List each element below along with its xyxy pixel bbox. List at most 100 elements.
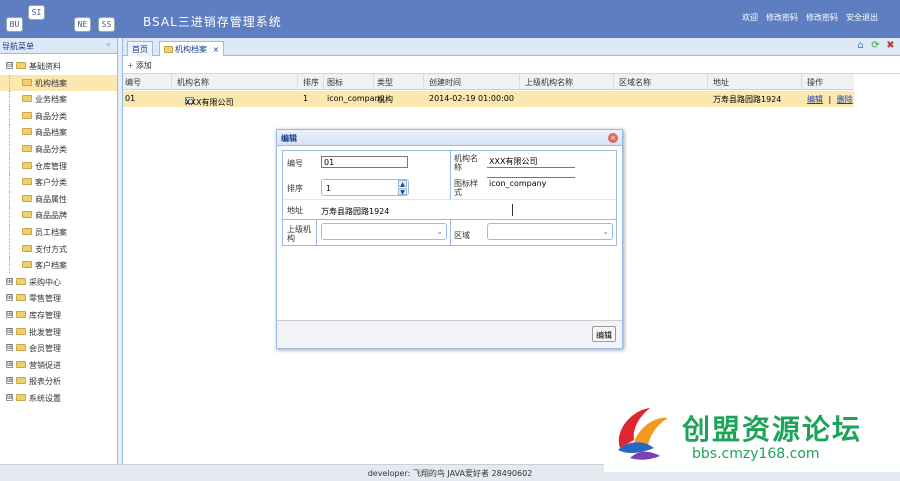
column-header[interactable]: 创建时间 (429, 77, 461, 88)
sidebar-item[interactable]: ⊞ 采购中心 (0, 274, 117, 290)
column-header[interactable]: 编号 (125, 77, 141, 88)
sidebar-item[interactable]: ⊞ 零售管理 (0, 290, 117, 306)
collapse-icon[interactable]: « (105, 40, 111, 50)
watermark: 创盟资源论坛 bbs.cmzy168.com (604, 394, 900, 472)
folder-icon (22, 228, 32, 235)
spin-up-icon[interactable]: ▲ (398, 180, 407, 188)
column-header[interactable]: 操作 (807, 77, 823, 88)
sort-value: 1 (326, 184, 332, 193)
sidebar-item[interactable]: 商品属性 (0, 190, 117, 207)
icon-style-input[interactable]: icon_company (487, 177, 575, 189)
edit-save-button[interactable]: 编辑 (592, 326, 616, 342)
column-header[interactable]: 地址 (713, 77, 729, 88)
expand-node-icon[interactable]: ⊞ (6, 344, 13, 352)
spin-down-icon[interactable]: ▼ (398, 188, 407, 196)
grid-toolbar: + 添加 (123, 56, 900, 74)
sidebar-item[interactable]: 客户分类 (0, 174, 117, 191)
cell-operations: 编辑 | 删除 (807, 94, 853, 105)
name-input[interactable]: XXX有限公司 (487, 156, 575, 168)
tree-line (9, 124, 10, 141)
folder-icon (22, 95, 32, 103)
region-combo[interactable]: ⌄ (487, 223, 613, 240)
change-password-link[interactable]: 修改密码 (766, 12, 798, 23)
column-header[interactable]: 上级机构名称 (525, 77, 573, 88)
sidebar-item-label: 员工档案 (35, 228, 67, 237)
expand-node-icon[interactable]: ⊞ (6, 327, 13, 335)
logo-tile: BU (6, 17, 23, 32)
tab-close-icon[interactable]: × (213, 45, 220, 54)
add-button[interactable]: + 添加 (127, 60, 152, 71)
expand-node-icon[interactable]: ⊞ (6, 377, 13, 385)
tab-org-archive[interactable]: 机构档案 × (159, 41, 225, 56)
sort-label: 排序 (287, 184, 303, 193)
home-icon[interactable]: ⌂ (855, 41, 866, 52)
tree-line (9, 107, 10, 124)
column-header[interactable]: 类型 (377, 77, 393, 88)
folder-icon (22, 244, 32, 252)
parent-org-combo[interactable]: ⌄ (321, 223, 447, 240)
sidebar-item[interactable]: 支付方式 (0, 240, 117, 257)
logout-link[interactable]: 安全退出 (846, 12, 878, 23)
logo-tile: NE (74, 17, 91, 32)
sidebar-item-label: 机构档案 (35, 78, 67, 88)
change-password-link-2[interactable]: 修改密码 (806, 12, 838, 23)
column-header[interactable]: 图标 (327, 77, 343, 88)
column-header[interactable]: 区域名称 (619, 77, 651, 88)
expand-node-icon[interactable]: ⊞ (6, 277, 13, 285)
sidebar-header: 导航菜单 « (0, 38, 117, 54)
watermark-logo-icon (618, 408, 668, 460)
sidebar-item[interactable]: 业务档案 (0, 91, 117, 108)
code-input[interactable]: 01 (321, 156, 408, 168)
expand-node-icon[interactable]: ⊞ (6, 311, 13, 318)
tab-home[interactable]: 首页 (127, 41, 153, 56)
sidebar-item[interactable]: 机构档案 (0, 74, 117, 91)
sidebar-item[interactable]: ⊞ 报表分析 (0, 373, 117, 389)
column-header[interactable]: 排序 (303, 77, 319, 88)
sidebar-item[interactable]: 客户档案 (0, 257, 117, 274)
edit-link[interactable]: 编辑 (807, 95, 823, 104)
app-header: BU SI NE SS BSAL三进销存管理系统 欢迎 修改密码 修改密码 安全… (0, 0, 900, 38)
folder-icon (22, 128, 32, 136)
tree-line (9, 257, 10, 274)
welcome-text: 欢迎 (742, 13, 758, 22)
sidebar-item[interactable]: ⊞ 批发管理 (0, 324, 117, 340)
column-header[interactable]: 机构名称 (177, 77, 209, 88)
folder-icon (22, 111, 32, 119)
tree-line (9, 74, 10, 91)
folder-icon (164, 46, 173, 53)
close-all-icon[interactable]: ✖ (885, 41, 896, 52)
expand-node-icon[interactable]: ⊞ (6, 394, 13, 401)
folder-icon (22, 194, 32, 202)
refresh-icon[interactable]: ⟳ (870, 41, 881, 52)
sidebar-item[interactable]: 商品档案 (0, 124, 117, 141)
sidebar-item[interactable]: 员工档案 (0, 224, 117, 240)
delete-link[interactable]: 删除 (837, 95, 853, 104)
folder-icon (16, 394, 26, 401)
sidebar-item[interactable]: ⊟ 基础资料 (0, 58, 117, 74)
header-links: 欢迎 修改密码 修改密码 安全退出 (742, 12, 878, 23)
sidebar-item-label: 仓库管理 (35, 161, 67, 171)
cell-sort: 1 (303, 94, 309, 103)
sidebar-item[interactable]: ⊞ 会员管理 (0, 340, 117, 356)
sidebar-item-label: 营销促进 (29, 360, 61, 370)
sidebar-item[interactable]: 商品分类 (0, 107, 117, 124)
sidebar-item[interactable]: ⊞ 系统设置 (0, 390, 117, 406)
address-input[interactable]: 万寿县路园路1924 (321, 206, 389, 217)
sidebar-item-label: 零售管理 (29, 294, 61, 304)
sidebar-item[interactable]: 仓库管理 (0, 157, 117, 174)
close-icon[interactable]: × (608, 133, 618, 143)
sidebar-item[interactable]: ⊞ 库存管理 (0, 307, 117, 323)
chevron-down-icon: ⌄ (436, 227, 443, 236)
sort-spinner[interactable]: 1 ▲ ▼ (321, 179, 409, 196)
table-row[interactable]: 01 XXX有限公司 1 icon_company 机构 2014-02-19 … (123, 91, 854, 107)
grid-header: 编号 机构名称 排序 图标 类型 创建时间 上级机构名称 区域名称 地址 操作 (123, 74, 854, 90)
sidebar-item[interactable]: ⊞ 营销促进 (0, 357, 117, 373)
expand-node-icon[interactable]: ⊞ (6, 360, 13, 368)
sidebar-item[interactable]: 商品品牌 (0, 207, 117, 224)
collapse-node-icon[interactable]: ⊟ (6, 62, 13, 69)
address-label: 地址 (287, 206, 303, 215)
expand-node-icon[interactable]: ⊞ (6, 294, 13, 302)
sidebar-item[interactable]: 商品分类 (0, 141, 117, 157)
app-title: BSAL三进销存管理系统 (143, 15, 282, 29)
folder-icon (16, 344, 26, 352)
